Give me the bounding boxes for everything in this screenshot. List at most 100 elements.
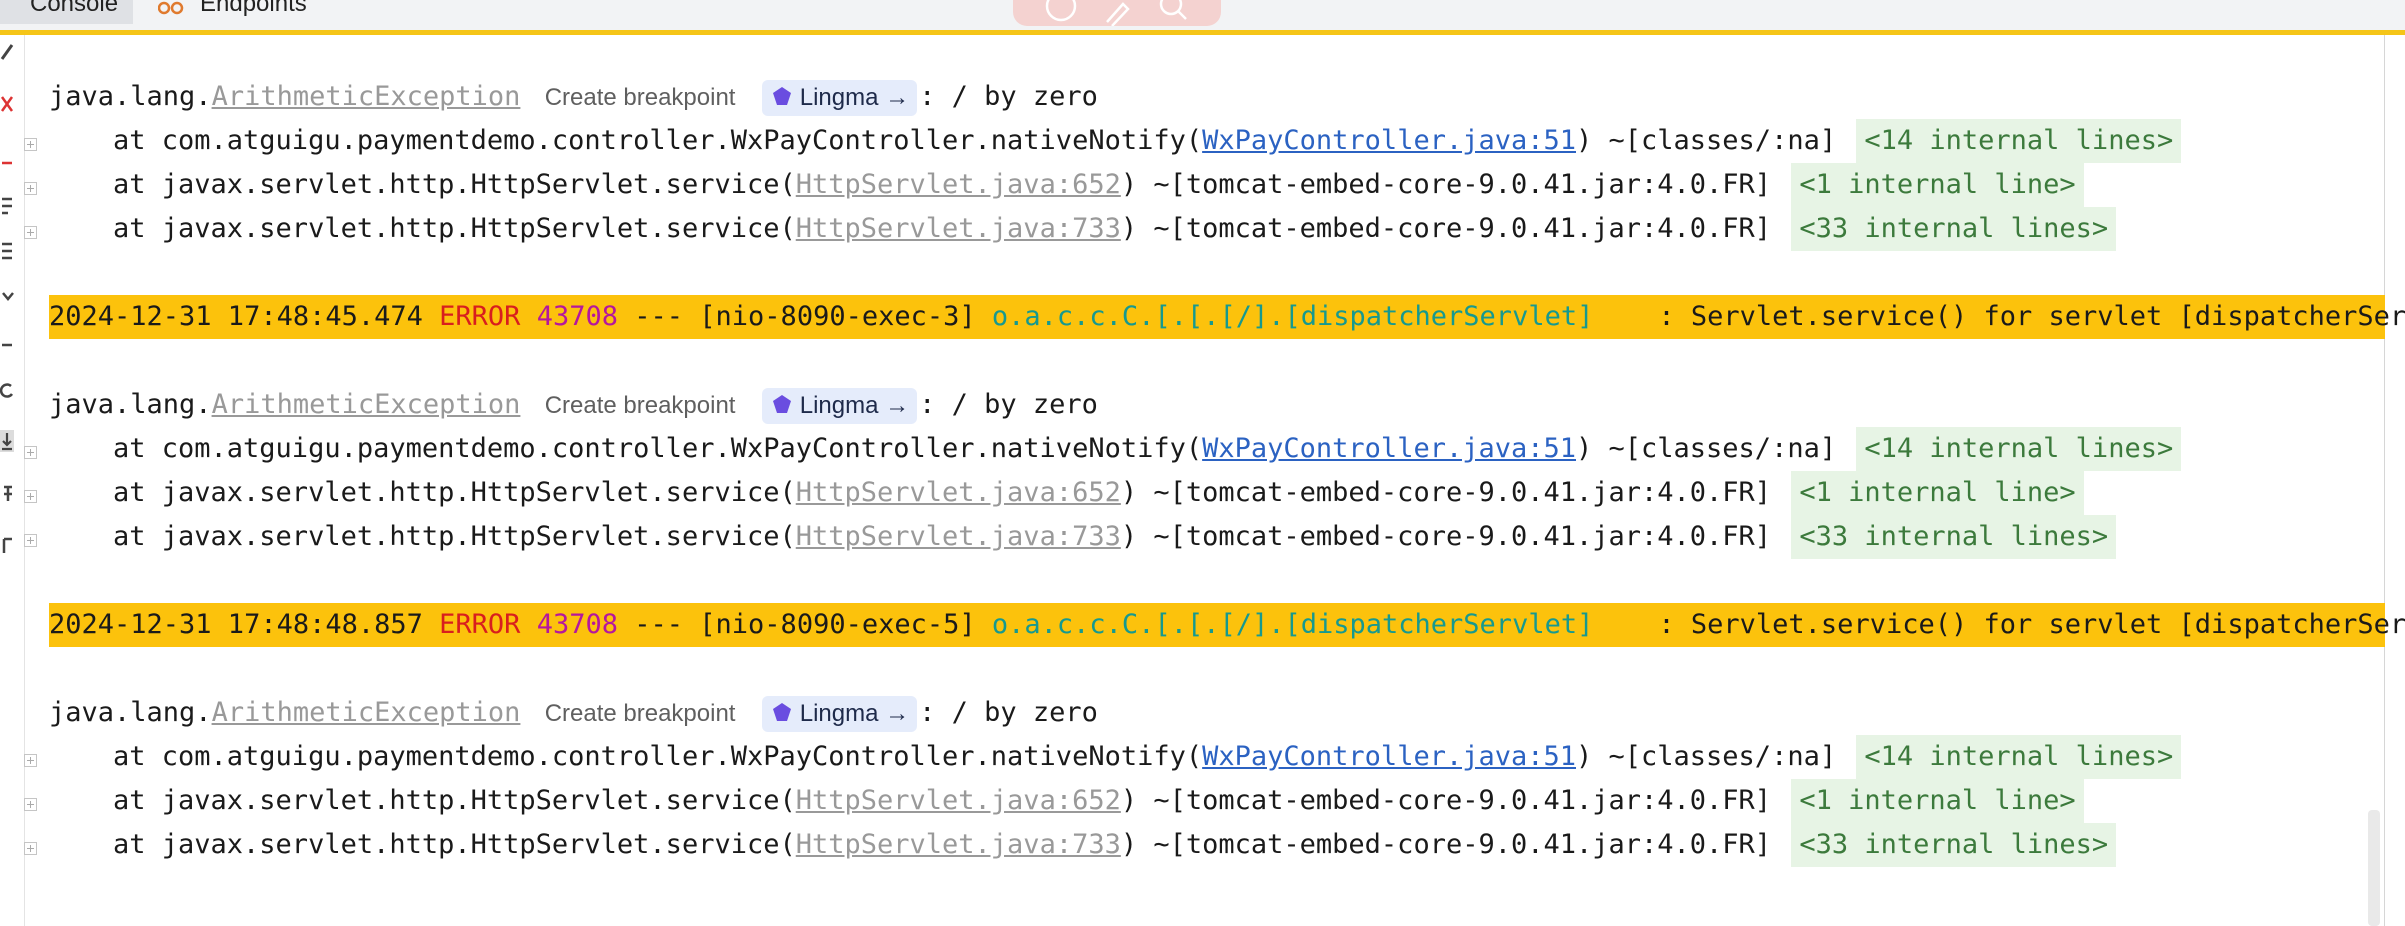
exception-line: java.lang.ArithmeticException Create bre… xyxy=(49,75,2385,119)
log-timestamp: 2024-12-31 17:48:45.474 xyxy=(49,301,423,332)
source-link[interactable]: HttpServlet.java:733 xyxy=(796,213,1121,244)
exception-package: java.lang. xyxy=(49,389,212,420)
log-message: : Servlet.service() for servlet [dispatc… xyxy=(1658,609,2405,640)
floating-toolbar xyxy=(1013,0,1221,26)
soft-wrap-icon[interactable] xyxy=(0,195,14,217)
internal-lines-fold[interactable]: <1 internal line> xyxy=(1791,471,2084,515)
source-link[interactable]: WxPayController.java:51 xyxy=(1202,125,1576,156)
refresh-icon[interactable] xyxy=(0,380,14,402)
source-link[interactable]: WxPayController.java:51 xyxy=(1202,741,1576,772)
internal-lines-fold[interactable]: <33 internal lines> xyxy=(1791,207,2117,251)
stack-frame: at javax.servlet.http.HttpServlet.servic… xyxy=(49,163,2385,207)
internal-lines-fold[interactable]: <1 internal line> xyxy=(1791,779,2084,823)
clear-icon[interactable] xyxy=(0,535,14,557)
fold-toggle[interactable] xyxy=(24,842,37,855)
exception-message: : / by zero xyxy=(919,81,1098,112)
log-pid: 43708 xyxy=(536,609,618,640)
internal-lines-fold[interactable]: <14 internal lines> xyxy=(1856,119,2182,163)
log-message: : Servlet.service() for servlet [dispatc… xyxy=(1658,301,2405,332)
frame-text: at javax.servlet.http.HttpServlet.servic… xyxy=(113,213,796,244)
source-link[interactable]: HttpServlet.java:733 xyxy=(796,521,1121,552)
frame-text: at com.atguigu.paymentdemo.controller.Wx… xyxy=(113,741,1203,772)
frame-suffix: ) ~[tomcat-embed-core-9.0.41.jar:4.0.FR] xyxy=(1120,477,1772,508)
console-left-toolbar xyxy=(0,35,25,926)
stack-frame: at javax.servlet.http.HttpServlet.servic… xyxy=(49,207,2385,251)
frame-text: at com.atguigu.paymentdemo.controller.Wx… xyxy=(113,433,1203,464)
frame-suffix: ) ~[tomcat-embed-core-9.0.41.jar:4.0.FR] xyxy=(1120,213,1772,244)
tab-endpoints[interactable]: Endpoints xyxy=(158,0,307,24)
internal-lines-fold[interactable]: <14 internal lines> xyxy=(1856,427,2182,471)
stack-frame: at com.atguigu.paymentdemo.controller.Wx… xyxy=(49,119,2385,163)
stop-icon[interactable] xyxy=(0,93,14,115)
frame-suffix: ) ~[tomcat-embed-core-9.0.41.jar:4.0.FR] xyxy=(1120,785,1772,816)
source-link[interactable]: HttpServlet.java:652 xyxy=(796,785,1121,816)
restore-layout-icon[interactable] xyxy=(0,153,14,175)
log-level: ERROR xyxy=(439,609,521,640)
log-separator: --- xyxy=(634,301,684,332)
fold-toggle[interactable] xyxy=(24,534,37,547)
print-icon[interactable] xyxy=(0,335,14,357)
lingma-label: Lingma → xyxy=(799,700,910,727)
pin-icon[interactable] xyxy=(0,483,14,505)
fold-toggle[interactable] xyxy=(24,182,37,195)
frame-suffix: ) ~[tomcat-embed-core-9.0.41.jar:4.0.FR] xyxy=(1120,521,1772,552)
lingma-icon xyxy=(772,703,791,721)
collapse-icon[interactable] xyxy=(0,285,14,307)
stack-frame: at com.atguigu.paymentdemo.controller.Wx… xyxy=(49,427,2385,471)
frame-text: at javax.servlet.http.HttpServlet.servic… xyxy=(113,521,796,552)
console-output: java.lang.ArithmeticException Create bre… xyxy=(49,75,2405,867)
tab-endpoints-label: Endpoints xyxy=(200,0,307,17)
download-icon[interactable] xyxy=(0,430,14,452)
edit-icon[interactable] xyxy=(1099,0,1135,26)
source-link[interactable]: HttpServlet.java:652 xyxy=(796,169,1121,200)
frame-text: at javax.servlet.http.HttpServlet.servic… xyxy=(113,829,796,860)
lingma-button[interactable]: Lingma → xyxy=(761,80,918,116)
log-level: ERROR xyxy=(439,301,521,332)
log-thread: [nio-8090-exec-5] xyxy=(699,609,976,640)
frame-text: at javax.servlet.http.HttpServlet.servic… xyxy=(113,785,796,816)
internal-lines-fold[interactable]: <14 internal lines> xyxy=(1856,735,2182,779)
stack-frame: at javax.servlet.http.HttpServlet.servic… xyxy=(49,823,2385,867)
frame-text: at javax.servlet.http.HttpServlet.servic… xyxy=(113,477,796,508)
fold-toggle[interactable] xyxy=(24,446,37,459)
frame-suffix: ) ~[tomcat-embed-core-9.0.41.jar:4.0.FR] xyxy=(1120,829,1772,860)
rerun-icon[interactable] xyxy=(0,41,14,63)
exception-class-link[interactable]: ArithmeticException xyxy=(212,697,521,728)
frame-suffix: ) ~[classes/:na] xyxy=(1576,433,1837,464)
exception-class-link[interactable]: ArithmeticException xyxy=(212,81,521,112)
fold-toggle[interactable] xyxy=(24,138,37,151)
log-logger: o.a.c.c.C.[.[.[/].[dispatcherServlet] xyxy=(991,301,1594,332)
fold-toggle[interactable] xyxy=(24,754,37,767)
frame-text: at com.atguigu.paymentdemo.controller.Wx… xyxy=(113,125,1203,156)
create-breakpoint-button[interactable]: Create breakpoint xyxy=(539,79,742,117)
log-pid: 43708 xyxy=(536,301,618,332)
fold-toggle[interactable] xyxy=(24,490,37,503)
log-thread: [nio-8090-exec-3] xyxy=(699,301,976,332)
tab-console[interactable]: Console xyxy=(0,0,133,24)
exception-message: : / by zero xyxy=(919,697,1098,728)
internal-lines-fold[interactable]: <33 internal lines> xyxy=(1791,823,2117,867)
lingma-button[interactable]: Lingma → xyxy=(761,696,918,732)
search-icon[interactable] xyxy=(1155,0,1191,26)
fold-toggle[interactable] xyxy=(24,798,37,811)
lingma-button[interactable]: Lingma → xyxy=(761,388,918,424)
source-link[interactable]: HttpServlet.java:733 xyxy=(796,829,1121,860)
error-log-line: 2024-12-31 17:48:48.857 ERROR 43708 --- … xyxy=(49,603,2405,647)
source-link[interactable]: HttpServlet.java:652 xyxy=(796,477,1121,508)
frame-text: at javax.servlet.http.HttpServlet.servic… xyxy=(113,169,796,200)
exception-class-link[interactable]: ArithmeticException xyxy=(212,389,521,420)
ai-assistant-icon[interactable] xyxy=(1043,0,1079,26)
stack-frame: at javax.servlet.http.HttpServlet.servic… xyxy=(49,471,2385,515)
internal-lines-fold[interactable]: <33 internal lines> xyxy=(1791,515,2117,559)
create-breakpoint-button[interactable]: Create breakpoint xyxy=(539,695,742,733)
fold-toggle[interactable] xyxy=(24,226,37,239)
frame-suffix: ) ~[classes/:na] xyxy=(1576,741,1837,772)
exception-line: java.lang.ArithmeticException Create bre… xyxy=(49,691,2385,735)
log-logger: o.a.c.c.C.[.[.[/].[dispatcherServlet] xyxy=(991,609,1594,640)
source-link[interactable]: WxPayController.java:51 xyxy=(1202,433,1576,464)
internal-lines-fold[interactable]: <1 internal line> xyxy=(1791,163,2084,207)
endpoints-icon xyxy=(158,1,184,15)
scroll-to-end-icon[interactable] xyxy=(0,240,14,262)
create-breakpoint-button[interactable]: Create breakpoint xyxy=(539,387,742,425)
lingma-label: Lingma → xyxy=(799,84,910,111)
